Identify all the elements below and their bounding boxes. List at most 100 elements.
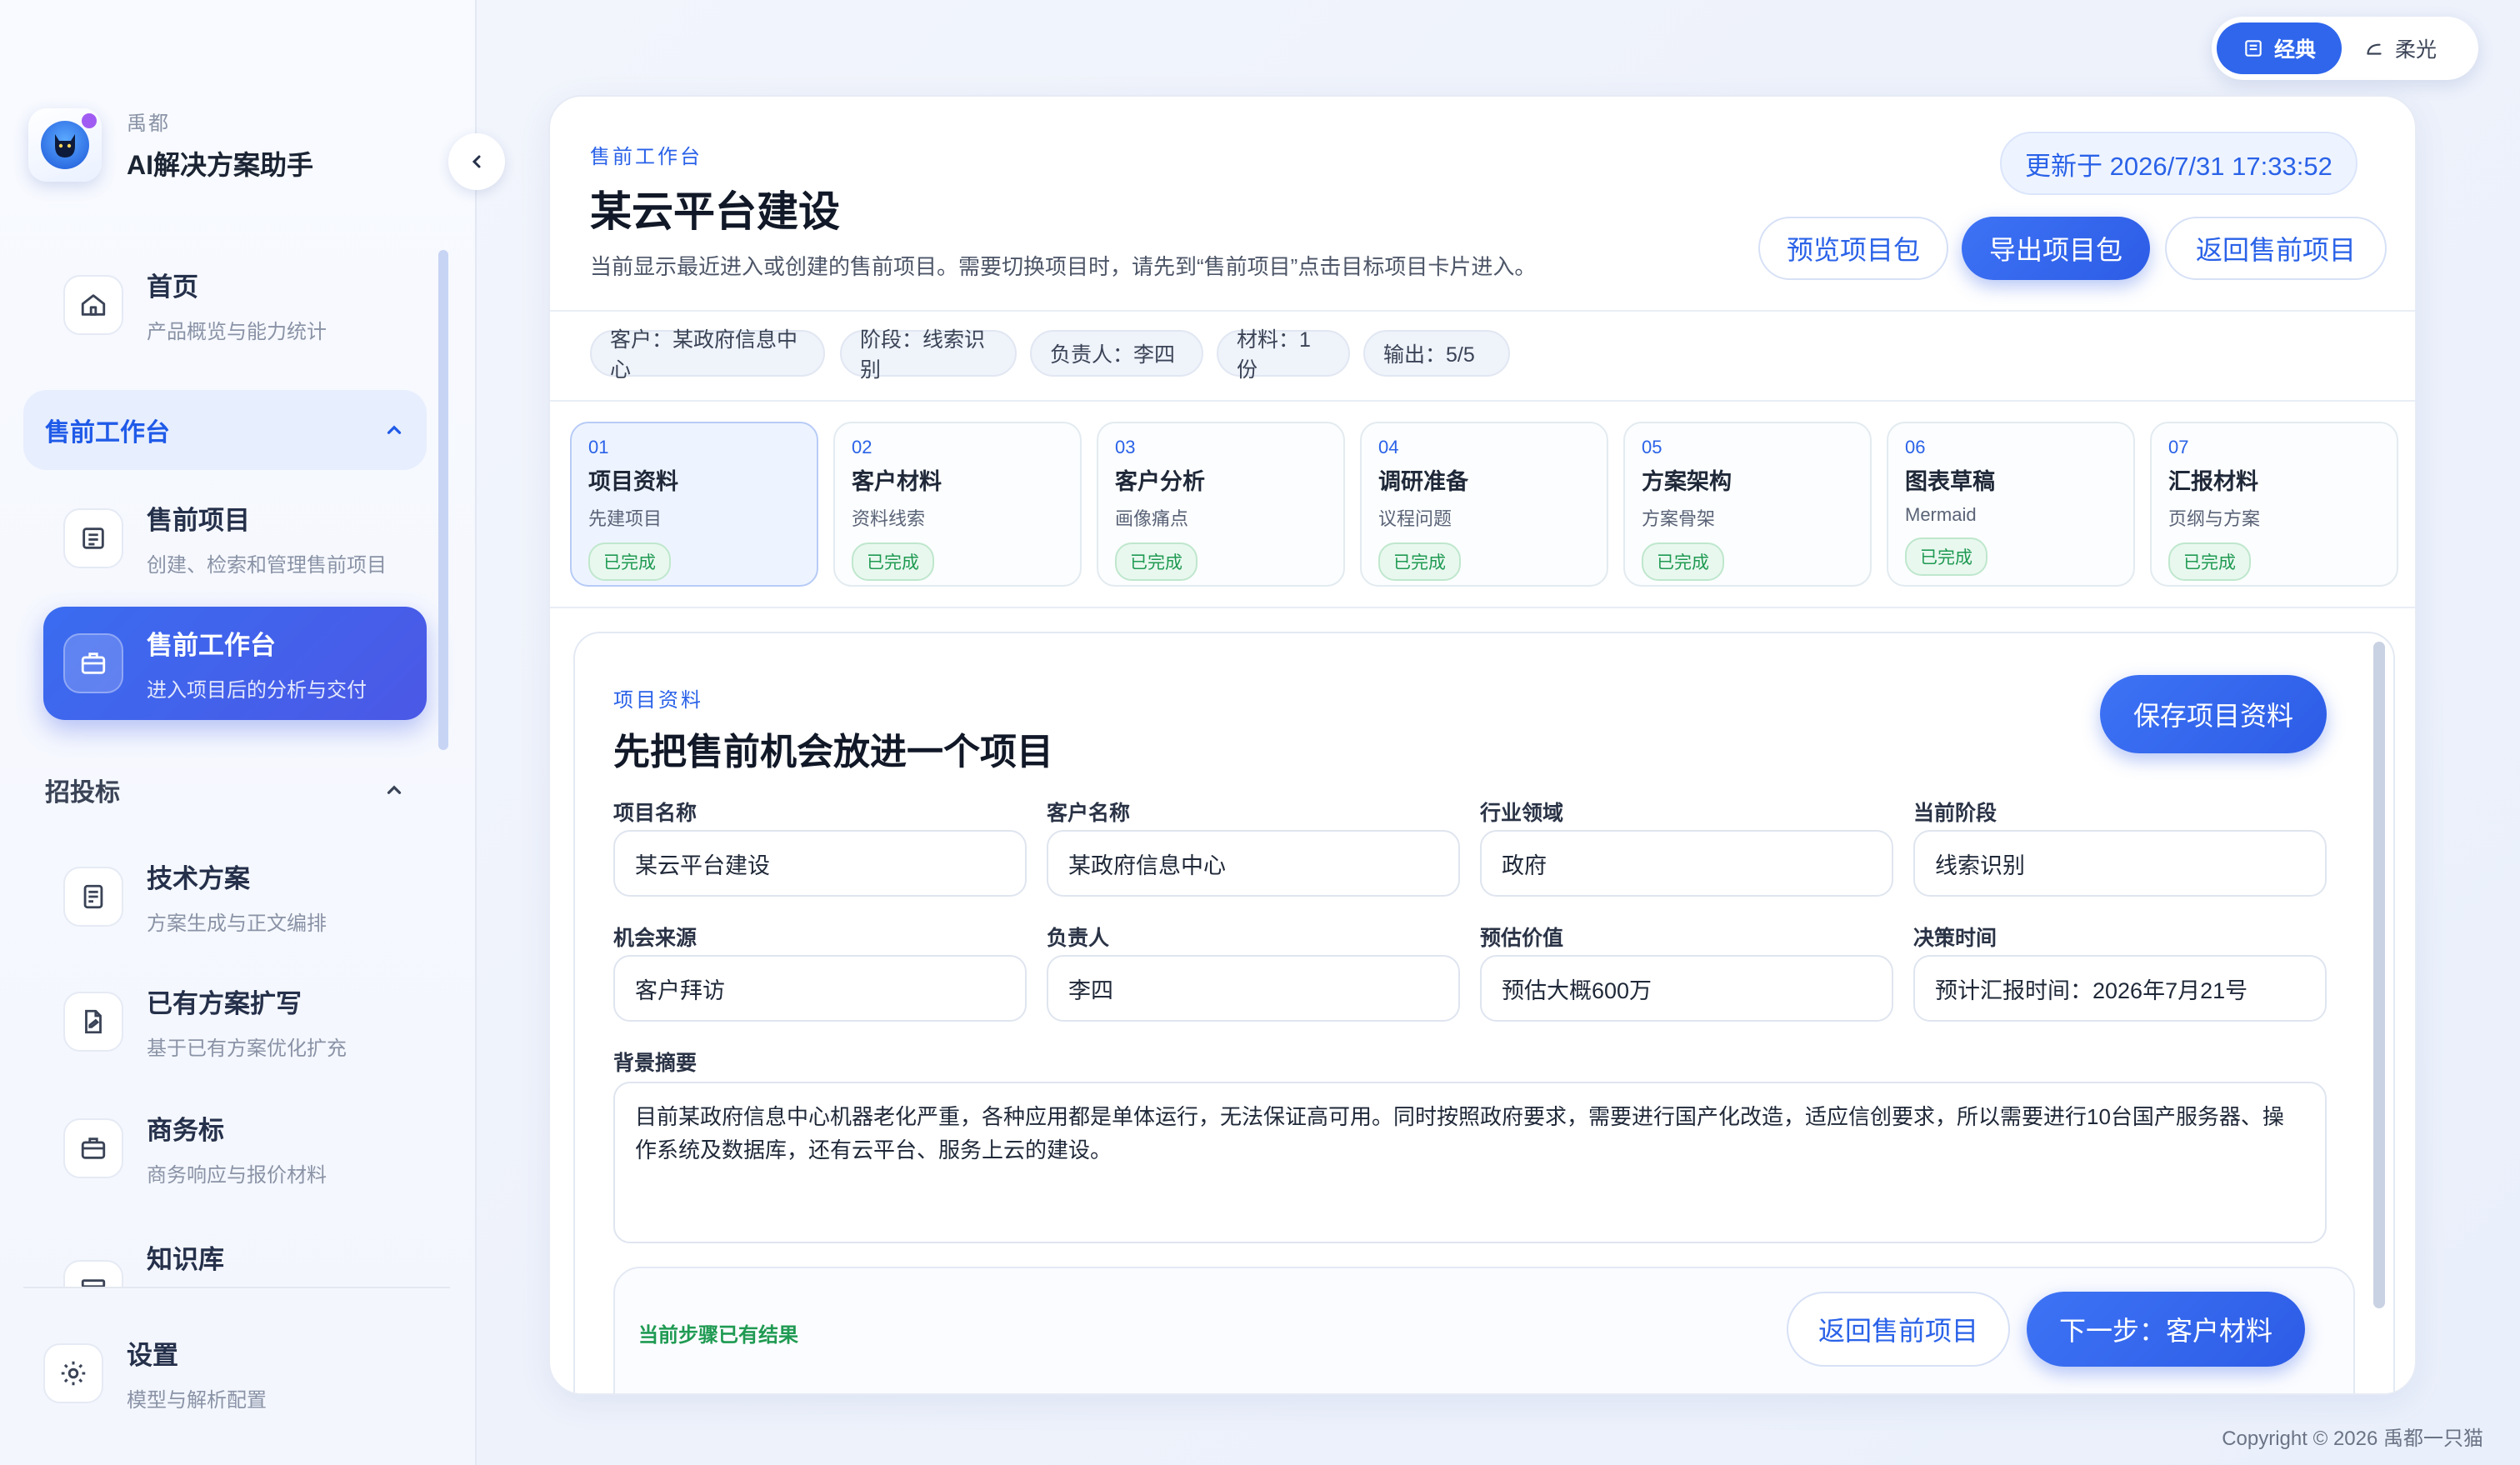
- divider: [550, 310, 2415, 312]
- sidebar-item-title: 售前项目: [147, 506, 250, 535]
- status-badge: 已完成: [2168, 542, 2251, 581]
- section-presales-toggle[interactable]: 售前工作台: [23, 390, 427, 470]
- theme-option-label: 柔光: [2395, 38, 2438, 62]
- step-card-07[interactable]: 07 汇报材料 页纲与方案 已完成: [2150, 422, 2398, 587]
- industry-field[interactable]: 政府: [1480, 830, 1893, 897]
- field-label: 负责人: [1047, 927, 1110, 950]
- sidebar-item-desc: 创建、检索和管理售前项目: [147, 554, 387, 577]
- project-name-field[interactable]: 某云平台建设: [613, 830, 1027, 897]
- briefcase-icon: [63, 1118, 123, 1178]
- step-card-02[interactable]: 02 客户材料 资料线索 已完成: [833, 422, 1082, 587]
- preview-package-button[interactable]: 预览项目包: [1758, 217, 1948, 280]
- current-stage-field[interactable]: 线索识别: [1913, 830, 2327, 897]
- sidebar-item-desc: 商务响应与报价材料: [147, 1164, 327, 1187]
- section-label: 售前工作台: [45, 419, 170, 447]
- section-bidding-toggle[interactable]: 招投标: [23, 750, 427, 830]
- opportunity-source-field[interactable]: 客户拜访: [613, 955, 1027, 1022]
- theme-option-classic[interactable]: 经典: [2217, 22, 2342, 74]
- step-title: 调研准备: [1378, 469, 1468, 494]
- project-info-form: 项目资料 先把售前机会放进一个项目 保存项目资料 项目名称 某云平台建设 客户名…: [573, 632, 2395, 1393]
- chevron-up-icon: [387, 785, 402, 794]
- form-scrollbar[interactable]: [2373, 642, 2385, 1308]
- step-card-01[interactable]: 01 项目资料 先建项目 已完成: [570, 422, 818, 587]
- brand-title: AI解决方案助手: [127, 150, 314, 180]
- sidebar-item-knowledge-base[interactable]: 知识库: [43, 1217, 427, 1287]
- brand-logo: [28, 108, 102, 182]
- status-badge: 已完成: [588, 542, 671, 581]
- chevron-up-icon: [387, 425, 402, 434]
- step-number: 03: [1115, 437, 1136, 458]
- status-badge: 已完成: [1642, 542, 1724, 581]
- sidebar-item-business-bid[interactable]: 商务标 商务响应与报价材料: [43, 1092, 427, 1205]
- sidebar-item-title: 技术方案: [147, 864, 250, 893]
- step-card-06[interactable]: 06 图表草稿 Mermaid 已完成: [1887, 422, 2135, 587]
- step-number: 01: [588, 437, 609, 458]
- divider: [550, 400, 2415, 402]
- book-icon: [2245, 40, 2262, 57]
- archive-icon: [63, 1260, 123, 1287]
- form-title: 先把售前机会放进一个项目: [613, 732, 1053, 772]
- field-label: 项目名称: [613, 802, 698, 825]
- collapse-sidebar-button[interactable]: [448, 133, 505, 190]
- save-project-button[interactable]: 保存项目资料: [2100, 675, 2327, 753]
- home-icon: [63, 275, 123, 335]
- sidebar-item-desc: 模型与解析配置: [127, 1389, 267, 1412]
- sidebar-scrollbar[interactable]: [438, 250, 448, 750]
- sidebar-item-tech-proposal[interactable]: 技术方案 方案生成与正文编排: [43, 840, 427, 953]
- estimated-value-field[interactable]: 预估大概600万: [1480, 955, 1893, 1022]
- step-title: 客户分析: [1115, 469, 1205, 494]
- next-step-button[interactable]: 下一步：客户材料: [2027, 1292, 2305, 1367]
- step-title: 方案架构: [1642, 469, 1732, 494]
- chip-output: 输出：5/5: [1363, 330, 1510, 377]
- chip-customer: 客户：某政府信息中心: [590, 328, 825, 382]
- sidebar-item-presales-workbench[interactable]: 售前工作台 进入项目后的分析与交付: [43, 607, 427, 720]
- document-icon: [63, 867, 123, 927]
- sidebar-item-desc: 基于已有方案优化扩充: [147, 1038, 347, 1060]
- sidebar-item-home[interactable]: 首页 产品概览与能力统计: [43, 248, 427, 362]
- chip-materials: 材料：1 份: [1217, 328, 1350, 382]
- sidebar-item-title: 知识库: [147, 1244, 224, 1274]
- step-title: 项目资料: [588, 469, 678, 494]
- step-number: 05: [1642, 437, 1662, 458]
- step-number: 02: [852, 437, 872, 458]
- sidebar-item-expand-proposal[interactable]: 已有方案扩写 基于已有方案优化扩充: [43, 965, 427, 1078]
- chip-stage: 阶段：线索识别: [840, 328, 1017, 382]
- back-to-presales-button[interactable]: 返回售前项目: [1787, 1292, 2010, 1367]
- brand-subtitle: 禹都: [127, 112, 170, 135]
- step-desc: 议程问题: [1378, 508, 1452, 529]
- sidebar-clip: 知识库: [0, 1217, 475, 1287]
- field-label: 背景摘要: [613, 1052, 698, 1075]
- copyright: Copyright © 2026 禹都一只猫: [2222, 1428, 2483, 1450]
- sidebar-divider: [23, 1287, 450, 1288]
- sidebar: 禹都 AI解决方案助手 首页 产品概览与能力统计 售前工作台 售前项目 创建、检…: [0, 0, 477, 1465]
- field-label: 预估价值: [1480, 927, 1564, 950]
- decision-time-field[interactable]: 预计汇报时间：2026年7月21号: [1913, 955, 2327, 1022]
- step-number: 07: [2168, 437, 2189, 458]
- step-title: 客户材料: [852, 469, 942, 494]
- step-card-04[interactable]: 04 调研准备 议程问题 已完成: [1360, 422, 1608, 587]
- step-card-03[interactable]: 03 客户分析 画像痛点 已完成: [1097, 422, 1345, 587]
- gear-icon: [43, 1343, 103, 1403]
- customer-name-field[interactable]: 某政府信息中心: [1047, 830, 1460, 897]
- updated-timestamp: 更新于 2026/7/31 17:33:52: [2000, 132, 2358, 195]
- form-eyebrow: 项目资料: [613, 689, 703, 712]
- back-to-presales-button[interactable]: 返回售前项目: [2165, 217, 2387, 280]
- step-result-bar: 当前步骤已有结果 返回售前项目 下一步：客户材料: [613, 1267, 2355, 1393]
- soft-light-icon: [2367, 43, 2382, 55]
- step-desc: 方案骨架: [1642, 508, 1716, 529]
- export-package-button[interactable]: 导出项目包: [1962, 217, 2150, 280]
- sidebar-item-settings[interactable]: 设置 模型与解析配置: [23, 1317, 407, 1430]
- field-label: 决策时间: [1913, 927, 1998, 950]
- sidebar-item-presales-projects[interactable]: 售前项目 创建、检索和管理售前项目: [43, 482, 427, 595]
- background-summary-textarea[interactable]: 目前某政府信息中心机器老化严重，各种应用都是单体运行，无法保证高可用。同时按照政…: [613, 1082, 2327, 1243]
- list-icon: [63, 508, 123, 568]
- theme-option-soft[interactable]: 柔光: [2342, 22, 2458, 74]
- status-badge: 已完成: [852, 542, 934, 581]
- sidebar-item-desc: 产品概览与能力统计: [147, 321, 327, 343]
- page-subtitle: 当前显示最近进入或创建的售前项目。需要切换项目时，请先到“售前项目”点击目标项目…: [590, 254, 1537, 279]
- field-label: 客户名称: [1047, 802, 1131, 825]
- step-card-05[interactable]: 05 方案架构 方案骨架 已完成: [1623, 422, 1872, 587]
- step-desc: 页纲与方案: [2168, 508, 2261, 529]
- status-badge: 已完成: [1378, 542, 1461, 581]
- owner-field[interactable]: 李四: [1047, 955, 1460, 1022]
